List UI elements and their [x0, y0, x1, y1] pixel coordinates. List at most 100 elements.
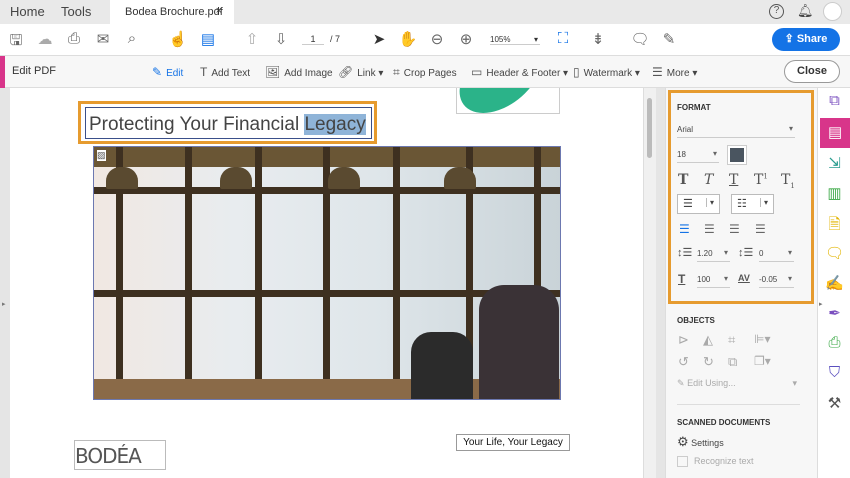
page-thumbnails-icon[interactable]: ▤	[198, 30, 218, 48]
organize-pages-icon[interactable]: ▥	[818, 184, 850, 202]
crop-image-icon[interactable]: ⌗	[728, 332, 735, 348]
pencil-icon: ✎	[677, 378, 685, 388]
add-image-button[interactable]: 🖼︎ Add Image	[265, 65, 333, 79]
left-panel-toggle-icon[interactable]: ▸	[2, 300, 6, 308]
edit-pdf-tool-active[interactable]: ▤	[820, 118, 850, 148]
prev-page-icon[interactable]: ⇧	[242, 30, 262, 48]
page-number-input[interactable]: 1	[302, 34, 324, 45]
zoom-in-icon[interactable]: ⊕	[456, 30, 476, 48]
heading-text-box[interactable]: Protecting Your Financial Legacy	[85, 107, 372, 139]
upload-cloud-icon[interactable]: ☁	[35, 30, 55, 48]
edit-button[interactable]: ✎ Edit	[152, 65, 183, 79]
crop-pages-button[interactable]: ⌗ Crop Pages	[393, 65, 457, 80]
save-icon[interactable]: 🖫	[6, 30, 26, 55]
comment-tool-icon[interactable]: 🗨︎	[818, 244, 850, 262]
protect-icon[interactable]: ⛉	[818, 364, 850, 381]
numbered-list-button[interactable]: ☷ ▾	[731, 194, 774, 214]
tab-tools[interactable]: Tools	[61, 4, 91, 19]
arrange-icon[interactable]: ❐▾	[754, 354, 771, 368]
replace-image-icon[interactable]: ⧉	[728, 354, 737, 370]
share-button[interactable]: ⇪ Share	[772, 28, 840, 51]
office-photo[interactable]: ▨	[93, 146, 561, 400]
horizontal-scale-value: 100	[697, 275, 711, 284]
font-color-swatch[interactable]	[727, 145, 747, 165]
chevron-down-icon[interactable]: ▾	[760, 198, 768, 207]
flip-vertical-icon[interactable]: ⊳	[678, 332, 689, 348]
image-badge-icon: ▨	[97, 150, 106, 161]
underline-icon[interactable]: T	[729, 172, 738, 188]
bullet-list-button[interactable]: ☰ ▾	[677, 194, 720, 214]
next-page-icon[interactable]: ⇩	[271, 30, 291, 48]
close-tab-icon[interactable]: ×	[216, 5, 222, 17]
fit-page-icon[interactable]: ⛶	[553, 30, 573, 47]
edit-pdf-title: Edit PDF	[12, 65, 57, 77]
rotate-right-icon[interactable]: ↻	[703, 354, 714, 370]
tab-home[interactable]: Home	[10, 4, 45, 19]
superscript-icon[interactable]: T1	[754, 172, 768, 188]
character-spacing-select[interactable]: -0.05	[759, 272, 794, 288]
company-logo[interactable]: BODÉA INC.	[74, 440, 166, 470]
crop-label: Crop Pages	[403, 68, 457, 79]
more-button[interactable]: ☰ More ▾	[652, 65, 697, 79]
edit-pdf-marker	[0, 56, 5, 88]
send-for-signature-icon[interactable]: ✒	[818, 304, 850, 322]
email-icon[interactable]: ✉	[93, 30, 113, 48]
tab-document[interactable]: Bodea Brochure.pdf ×	[110, 0, 234, 24]
font-size-select[interactable]: 18	[677, 147, 719, 163]
comment-icon[interactable]: 🗨︎	[630, 30, 650, 48]
heading-text: Protecting Your Financial Legacy	[89, 114, 366, 136]
line-spacing-icon: ↕☰	[677, 247, 693, 259]
link-button[interactable]: 🔗︎ Link ▾	[338, 65, 383, 79]
add-text-button[interactable]: T Add Text	[200, 65, 250, 79]
hand-tool-icon[interactable]: ✋	[398, 30, 418, 48]
align-objects-icon[interactable]: ⊫▾	[754, 332, 770, 346]
vertical-scrollbar[interactable]	[643, 88, 656, 478]
search-icon[interactable]: ⌕	[122, 30, 142, 47]
bell-icon[interactable]: 🔔︎	[797, 3, 814, 19]
print-production-icon[interactable]: ⎙	[818, 334, 850, 351]
zoom-select[interactable]: 105% ▾	[490, 35, 540, 45]
chevron-down-icon[interactable]: ▾	[706, 198, 714, 207]
bold-icon[interactable]: T	[678, 172, 688, 188]
settings-button[interactable]: ⚙ Settings	[677, 434, 724, 450]
italic-icon[interactable]: T	[704, 172, 713, 188]
subscript-icon[interactable]: T1	[781, 172, 795, 190]
close-button[interactable]: Close	[784, 60, 840, 83]
character-spacing-icon: AV	[738, 273, 750, 283]
pen-icon[interactable]: ✎	[659, 30, 679, 48]
text-icon: T	[200, 65, 208, 79]
justify-icon[interactable]: ☰	[755, 222, 766, 236]
line-spacing-select[interactable]: 1.20	[697, 246, 730, 262]
edit-using-select[interactable]: ✎ Edit Using... ▾	[677, 378, 797, 392]
align-center-icon[interactable]: ☰	[704, 222, 715, 236]
flip-horizontal-icon[interactable]: ◭	[703, 332, 713, 348]
rotate-left-icon[interactable]: ↺	[678, 354, 689, 370]
watermark-button[interactable]: ▯ Watermark ▾	[573, 65, 640, 79]
fill-sign-icon[interactable]: ✍	[818, 274, 850, 292]
align-right-icon[interactable]: ☰	[729, 222, 740, 236]
align-left-icon[interactable]: ☰	[679, 222, 690, 236]
character-spacing-value: -0.05	[759, 275, 778, 284]
touch-mode-icon[interactable]: ☝	[168, 30, 188, 48]
font-family-select[interactable]: Arial	[677, 122, 795, 138]
user-avatar[interactable]	[823, 2, 842, 21]
header-footer-button[interactable]: ▭ Header & Footer ▾	[471, 65, 568, 79]
scrollbar-thumb[interactable]	[647, 98, 652, 158]
print-icon[interactable]: ⎙	[64, 30, 84, 47]
recognize-text-checkbox[interactable]: Recognize text	[677, 456, 754, 468]
scroll-mode-icon[interactable]: ⇟	[588, 30, 608, 48]
font-size-value: 18	[677, 150, 686, 159]
help-icon[interactable]: ?	[769, 4, 784, 19]
select-tool-icon[interactable]: ➤	[369, 30, 389, 48]
combine-files-icon[interactable]: ⧉	[818, 92, 850, 109]
pdf-page: Protecting Your Financial Legacy ▨ BODÉA…	[10, 88, 643, 478]
zoom-out-icon[interactable]: ⊖	[427, 30, 447, 48]
tagline-text[interactable]: Your Life, Your Legacy	[456, 434, 570, 451]
send-review-icon[interactable]: 🗎	[818, 214, 850, 239]
crop-icon: ⌗	[393, 65, 400, 79]
more-tools-icon[interactable]: ⚒	[818, 394, 850, 412]
paragraph-spacing-select[interactable]: 0	[759, 246, 794, 262]
export-pdf-icon[interactable]: ⇲	[818, 154, 850, 172]
horizontal-scale-select[interactable]: 100	[697, 272, 730, 288]
more-icon: ☰	[652, 65, 663, 79]
